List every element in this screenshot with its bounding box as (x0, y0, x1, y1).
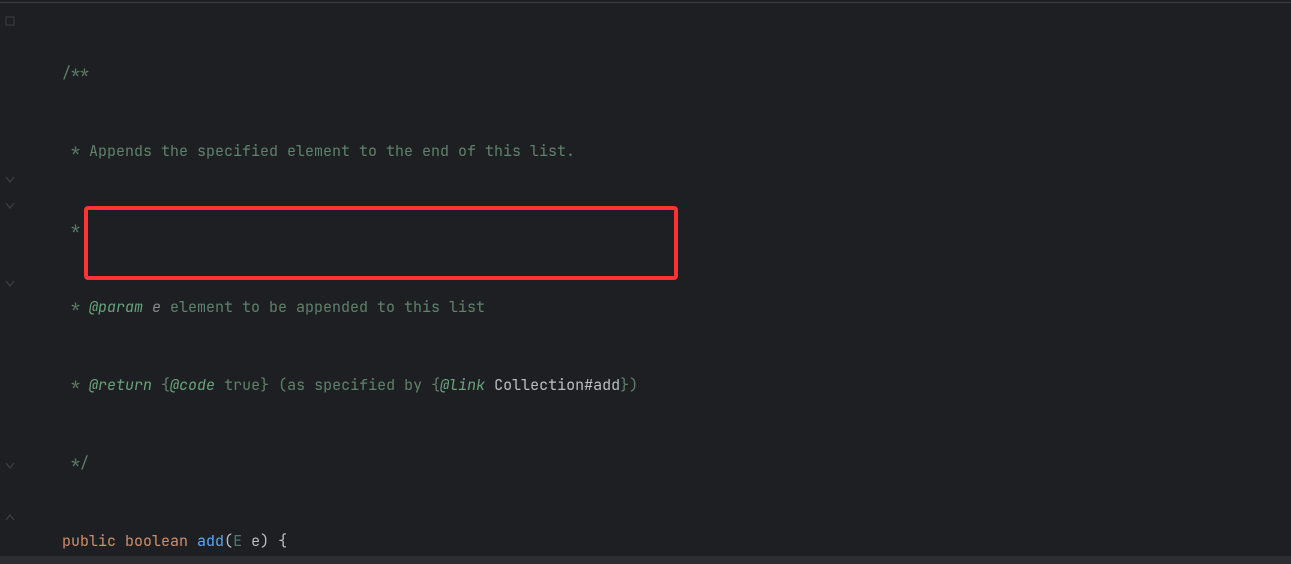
collapse-icon[interactable] (3, 198, 17, 212)
fold-icon[interactable] (3, 510, 17, 524)
editor-viewport: /** * Appends the specified element to t… (0, 0, 1291, 564)
javadoc-link[interactable]: Collection#add (494, 375, 620, 395)
javadoc-tag: @return (89, 375, 152, 395)
code-line[interactable]: /** (22, 60, 1291, 86)
fold-icon[interactable] (3, 458, 17, 472)
code-area[interactable]: /** * Appends the specified element to t… (22, 8, 1291, 556)
code-line[interactable]: */ (22, 450, 1291, 476)
gutter[interactable] (0, 8, 20, 564)
fold-icon[interactable] (3, 276, 17, 290)
code-line[interactable]: * Appends the specified element to the e… (22, 138, 1291, 164)
fold-icon[interactable] (3, 172, 17, 186)
top-border (0, 2, 1291, 3)
code-line[interactable]: public boolean add(E e) { (22, 528, 1291, 554)
javadoc: /** (62, 63, 89, 83)
horizontal-scrollbar[interactable] (0, 556, 1291, 564)
code-line[interactable]: * @param e element to be appended to thi… (22, 294, 1291, 320)
javadoc-tag: @param (89, 297, 143, 317)
code-line[interactable]: * (22, 216, 1291, 242)
code-line[interactable]: * @return {@code true} (as specified by … (22, 372, 1291, 398)
fold-icon[interactable] (3, 14, 17, 28)
method-name: add (197, 531, 224, 551)
